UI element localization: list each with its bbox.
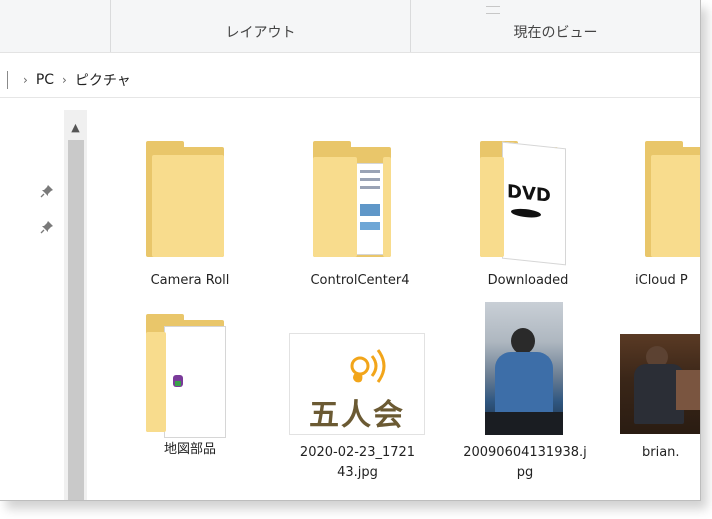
folder-icon	[152, 155, 224, 257]
folder-icon	[146, 332, 166, 432]
nav-scrollbar[interactable]: ▲	[64, 110, 87, 500]
folder-downloaded[interactable]: DVD Downloaded	[468, 135, 588, 300]
navigation-pane	[0, 110, 64, 500]
breadcrumb-pc[interactable]: PC	[36, 72, 54, 88]
item-label: Camera Roll	[150, 273, 230, 288]
photo-background-object	[676, 370, 700, 410]
ribbon-group-layout-label: レイアウト	[225, 25, 296, 41]
ribbon: レイアウト 現在のビュー	[0, 0, 700, 53]
folder-icon	[651, 155, 700, 257]
file-20090604131938-jpg[interactable]: 20090604131938.j pg	[455, 300, 595, 495]
explorer-window: レイアウト 現在のビュー › PC › ピクチャ ▲ Camera Roll C…	[0, 0, 701, 501]
breadcrumb-chevron-icon[interactable]: ›	[23, 73, 28, 87]
item-label: iCloud P	[635, 273, 688, 288]
folder-controlcenter4[interactable]: ControlCenter4	[295, 135, 425, 300]
item-label-line2: pg	[516, 465, 534, 480]
folder-front-edge	[383, 157, 391, 257]
scroll-up-arrow-icon[interactable]: ▲	[64, 118, 87, 136]
item-label: brian.	[642, 445, 680, 460]
dvd-logo-text: DVD	[507, 181, 551, 207]
item-label: ControlCenter4	[310, 273, 410, 288]
pin-icon[interactable]	[40, 184, 54, 198]
disc-shape	[511, 207, 541, 219]
map-sprite-detail	[175, 381, 181, 386]
scroll-thumb[interactable]	[68, 140, 84, 500]
map-document-preview	[164, 326, 226, 438]
photo-thumbnail	[620, 334, 700, 434]
ribbon-grip-icon	[486, 6, 500, 14]
ribbon-group-current-view[interactable]: 現在のビュー	[410, 0, 700, 52]
address-divider	[7, 71, 8, 89]
logo-thumbnail: 五人会	[289, 333, 425, 435]
item-label-line1: 2020-02-23_1721	[299, 445, 416, 460]
photo-desk	[485, 412, 563, 435]
item-label: 地図部品	[163, 442, 216, 457]
dvd-document-preview: DVD	[502, 141, 566, 266]
folder-icon	[313, 157, 357, 257]
address-bar[interactable]: › PC › ピクチャ	[0, 63, 700, 98]
ribbon-group-current-view-label: 現在のビュー	[513, 25, 598, 41]
photo-thumbnail	[485, 302, 563, 435]
breadcrumb-chevron-icon[interactable]: ›	[62, 73, 67, 87]
folder-icloud-photos[interactable]: iCloud P	[635, 135, 700, 300]
file-brian-jpg[interactable]: brian.	[618, 300, 700, 495]
folder-map-parts[interactable]: 地図部品	[130, 310, 250, 460]
ribbon-group-blank	[0, 0, 110, 52]
folder-icon	[480, 157, 504, 257]
photo-head	[511, 328, 535, 354]
breadcrumb-pictures[interactable]: ピクチャ	[75, 70, 131, 90]
folder-camera-roll[interactable]: Camera Roll	[130, 135, 250, 300]
item-label-line2: 43.jpg	[337, 465, 378, 480]
logo-text: 五人会	[309, 398, 405, 433]
pin-icon[interactable]	[40, 220, 54, 234]
ribbon-group-layout[interactable]: レイアウト	[110, 0, 410, 52]
item-label-line1: 20090604131938.j	[463, 445, 587, 460]
item-label: Downloaded	[487, 273, 569, 288]
file-2020-02-23-jpg[interactable]: 五人会 2020-02-23_1721 43.jpg	[285, 325, 430, 495]
